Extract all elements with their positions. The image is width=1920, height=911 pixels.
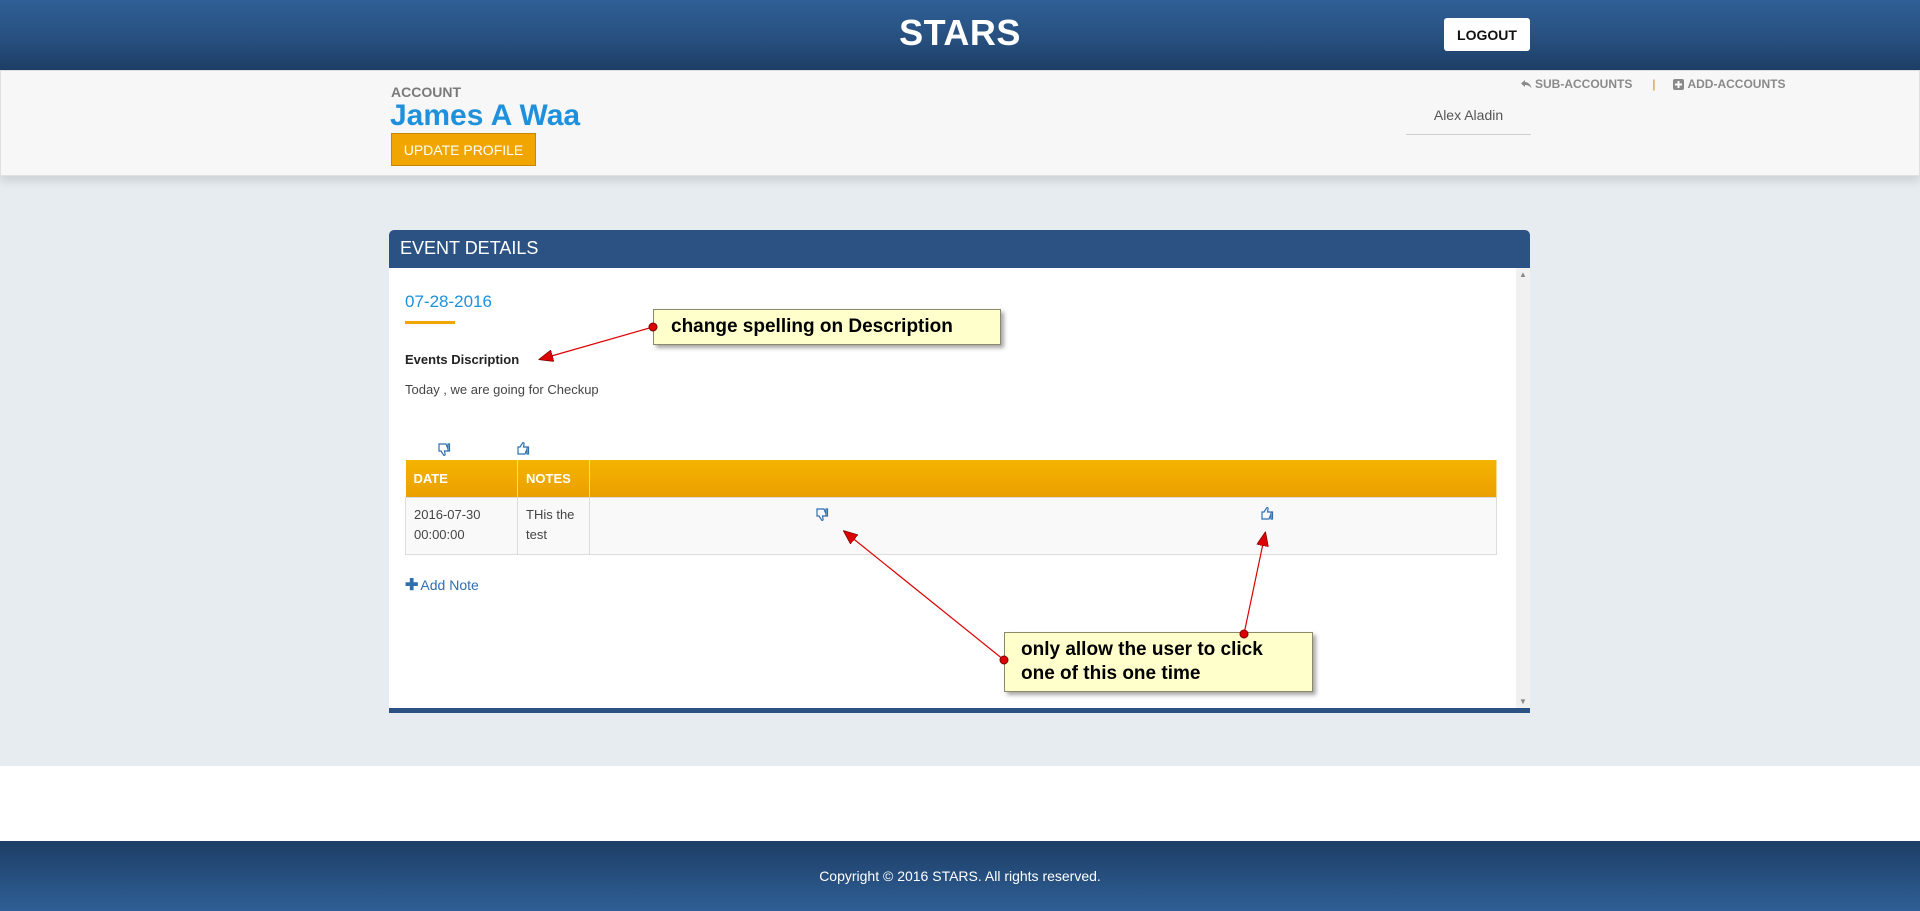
account-name: James A Waa xyxy=(390,99,581,132)
add-note-link[interactable]: ✚ Add Note xyxy=(405,575,479,595)
add-accounts-link[interactable]: ADD-ACCOUNTS xyxy=(1673,77,1785,91)
panel-title: EVENT DETAILS xyxy=(389,230,1530,268)
row-thumbs-down-icon[interactable] xyxy=(815,507,829,522)
cell-notes-line1: THis the xyxy=(526,506,575,522)
events-description-title: Events Discription xyxy=(405,352,520,367)
reply-icon xyxy=(1521,80,1532,89)
copyright-text: Copyright © 2016 STARS. All rights reser… xyxy=(819,868,1101,884)
column-header-date: DATE xyxy=(405,460,518,497)
annotation-callout-line2: one of this one time xyxy=(1021,663,1201,684)
sub-accounts-link[interactable]: SUB-ACCOUNTS xyxy=(1521,77,1632,91)
add-accounts-label: ADD-ACCOUNTS xyxy=(1687,77,1786,91)
brand-title: STARS xyxy=(899,12,1021,53)
column-header-actions xyxy=(589,460,1497,497)
plus-icon: ✚ xyxy=(405,577,419,594)
scroll-up-icon[interactable]: ▲ xyxy=(1519,270,1527,279)
user-menu[interactable]: Alex Aladin xyxy=(1406,95,1531,135)
annotation-callout-line1: only allow the user to click xyxy=(1021,639,1263,660)
table-row: 2016-07-30 00:00:00 THis the test xyxy=(405,496,1497,555)
thumbs-down-icon[interactable] xyxy=(437,443,451,457)
row-thumbs-up-icon[interactable] xyxy=(1260,506,1274,520)
column-header-notes: NOTES xyxy=(517,460,590,497)
cell-actions xyxy=(589,496,1497,555)
event-date: 07-28-2016 xyxy=(405,292,492,311)
links-separator: | xyxy=(1652,77,1656,91)
plus-square-icon xyxy=(1673,78,1685,90)
cell-date-line1: 2016-07-30 xyxy=(414,506,481,522)
page-spacer xyxy=(0,766,1920,841)
table-header-row: DATE NOTES xyxy=(405,460,1497,497)
account-links: SUB-ACCOUNTS | ADD-ACCOUNTS xyxy=(1521,77,1785,91)
notes-table: DATE NOTES 2016-07-30 00:00:00 THis the … xyxy=(405,460,1497,555)
cell-notes-line2: test xyxy=(526,526,547,542)
events-description-text: Today , we are going for Checkup xyxy=(405,382,599,397)
update-profile-button[interactable]: UPDATE PROFILE xyxy=(391,133,536,166)
scroll-down-icon[interactable]: ▼ xyxy=(1519,697,1527,706)
cell-notes: THis the test xyxy=(517,496,590,555)
add-note-label: Add Note xyxy=(420,577,479,593)
account-label: ACCOUNT xyxy=(391,84,461,100)
sub-accounts-label: SUB-ACCOUNTS xyxy=(1535,77,1633,91)
annotation-callout-spelling: change spelling on Description xyxy=(653,309,1001,345)
panel-scrollbar[interactable]: ▲ ▼ xyxy=(1516,268,1530,708)
cell-date-line2: 00:00:00 xyxy=(414,526,465,542)
logout-button[interactable]: LOGOUT xyxy=(1444,18,1530,51)
footer: Copyright © 2016 STARS. All rights reser… xyxy=(0,841,1920,911)
thumbs-up-icon[interactable] xyxy=(516,441,530,455)
annotation-callout-click-once: only allow the user to click one of this… xyxy=(1004,632,1313,692)
account-band: ACCOUNT James A Waa UPDATE PROFILE SUB-A… xyxy=(0,70,1920,176)
cell-date: 2016-07-30 00:00:00 xyxy=(405,496,518,555)
top-header: STARS LOGOUT xyxy=(0,0,1920,70)
date-underline xyxy=(405,321,455,324)
event-details-panel: EVENT DETAILS ▲ ▼ 07-28-2016 Events Disc… xyxy=(389,230,1530,713)
